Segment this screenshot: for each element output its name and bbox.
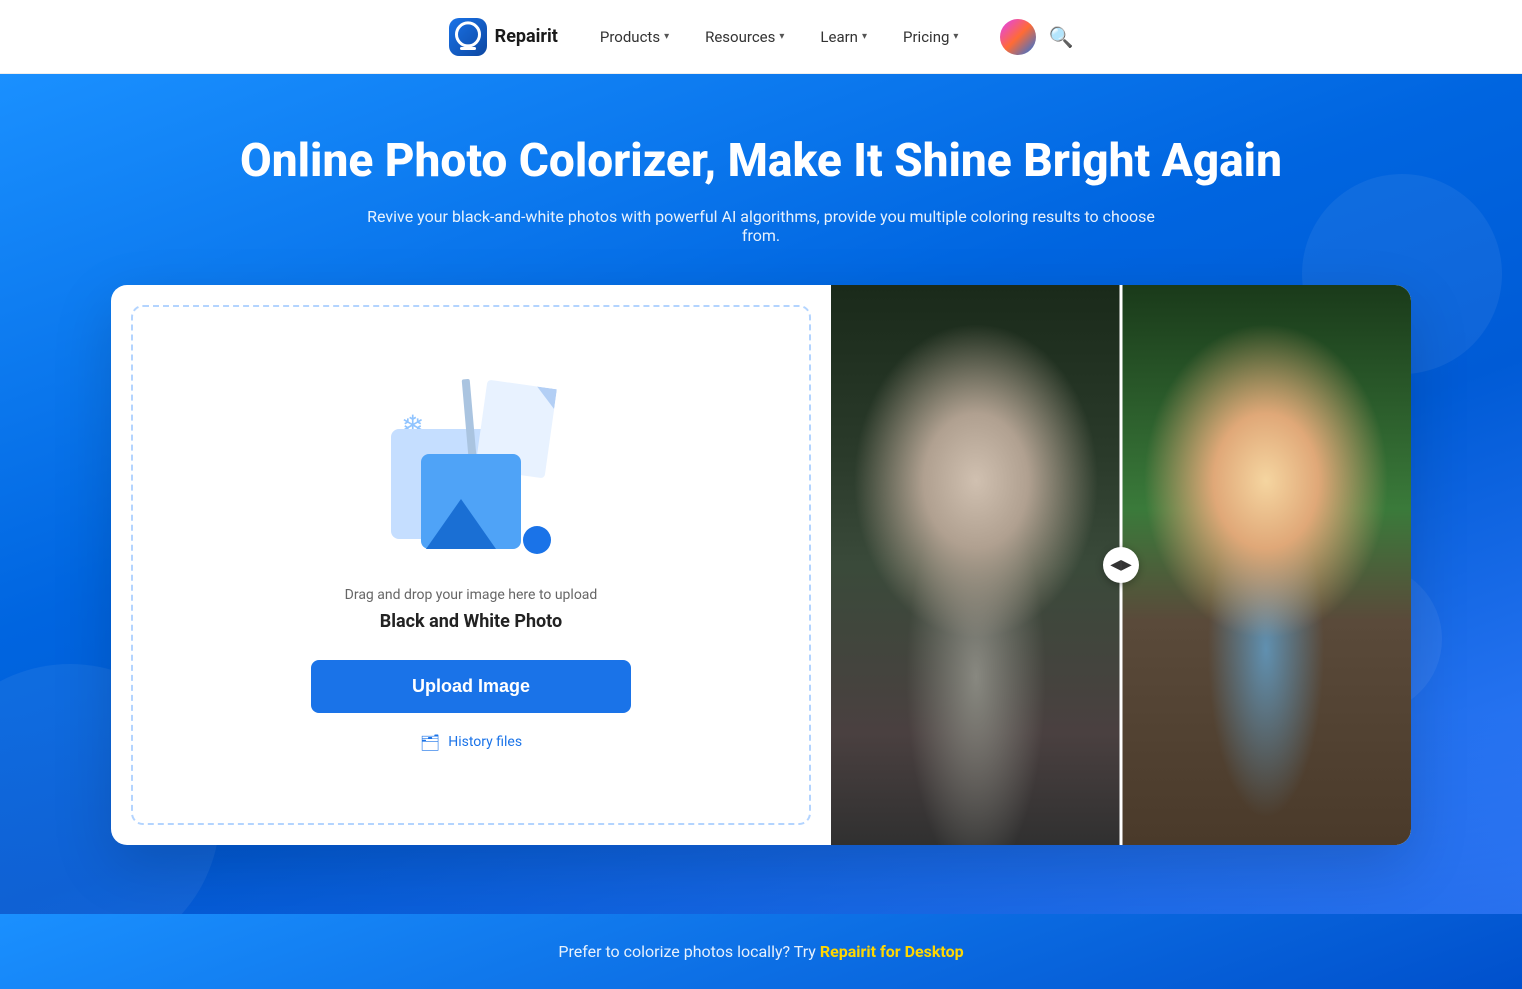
- upload-panel: ❄ Drag and drop your image here to uploa…: [131, 305, 811, 825]
- search-icon[interactable]: 🔍: [1048, 25, 1073, 49]
- illustration-circle: [523, 526, 551, 554]
- bw-photo: [831, 285, 1121, 845]
- bottom-banner: Prefer to colorize photos locally? Try R…: [0, 914, 1522, 989]
- nav-logo[interactable]: Repairit: [449, 18, 558, 56]
- history-label: History files: [448, 734, 522, 750]
- chevron-down-icon: ▾: [664, 31, 669, 42]
- brand-name: Repairit: [495, 26, 558, 47]
- nav-pricing-label: Pricing: [903, 28, 949, 46]
- bottom-text: Prefer to colorize photos locally? Try: [558, 942, 819, 961]
- upload-illustration: ❄: [371, 379, 571, 559]
- chevron-down-icon: ▾: [779, 31, 784, 42]
- bw-photo-bg: [831, 285, 1121, 845]
- avatar[interactable]: [1000, 19, 1036, 55]
- drag-hint: Drag and drop your image here to upload: [345, 587, 598, 603]
- hero-section: Online Photo Colorizer, Make It Shine Br…: [0, 74, 1522, 914]
- nav-learn-label: Learn: [820, 28, 858, 46]
- nav-item-learn[interactable]: Learn ▾: [806, 22, 881, 52]
- chevron-down-icon: ▾: [953, 31, 958, 42]
- comparison-area: ◀▶: [831, 285, 1411, 845]
- history-icon: 🗂: [420, 733, 440, 752]
- logo-icon: [449, 18, 487, 56]
- upload-image-button[interactable]: Upload Image: [311, 660, 631, 713]
- hero-title: Online Photo Colorizer, Make It Shine Br…: [20, 134, 1502, 189]
- handle-arrows-icon: ◀▶: [1110, 557, 1132, 573]
- color-photo: [1121, 285, 1411, 845]
- main-card: ❄ Drag and drop your image here to uploa…: [111, 285, 1411, 845]
- color-photo-bg: [1121, 285, 1411, 845]
- chevron-down-icon: ▾: [862, 31, 867, 42]
- hero-subtitle: Revive your black-and-white photos with …: [361, 207, 1161, 245]
- nav-resources-label: Resources: [705, 28, 775, 46]
- nav-item-products[interactable]: Products ▾: [586, 22, 683, 52]
- desktop-link[interactable]: Repairit for Desktop: [820, 942, 964, 961]
- nav-products-label: Products: [600, 28, 660, 46]
- comparison-handle[interactable]: ◀▶: [1103, 547, 1139, 583]
- navbar: Repairit Products ▾ Resources ▾ Learn ▾ …: [0, 0, 1522, 74]
- history-files-link[interactable]: 🗂 History files: [420, 733, 522, 752]
- nav-item-resources[interactable]: Resources ▾: [691, 22, 798, 52]
- illustration-triangle: [426, 499, 496, 549]
- nav-item-pricing[interactable]: Pricing ▾: [889, 22, 972, 52]
- file-type-label: Black and White Photo: [380, 611, 562, 632]
